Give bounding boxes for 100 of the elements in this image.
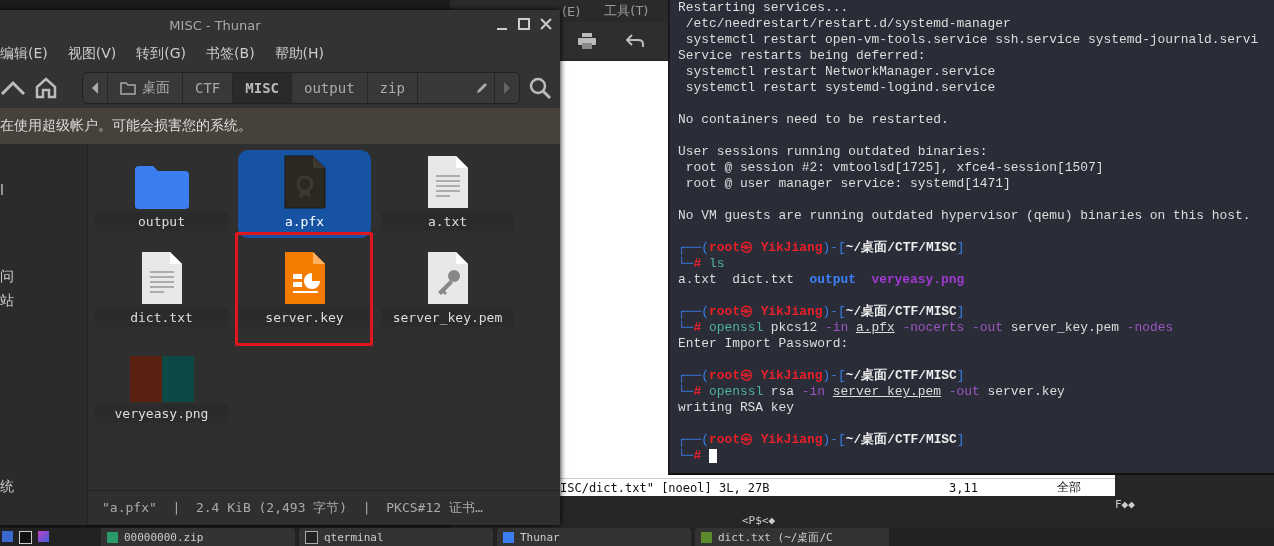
- file-item[interactable]: a.pfx: [238, 150, 371, 238]
- terminal-text: server_key.pem: [832, 384, 942, 400]
- terminal-text: root @ session #2: vmtoolsd[1725], xfce4-session[1507]: [684, 160, 1104, 176]
- terminal-text: #: [693, 256, 702, 272]
- terminal-text: -out: [947, 384, 980, 400]
- sidebar-item[interactable]: 站: [0, 292, 87, 310]
- terminal-text: ~/桌面/CTF/MISC: [845, 240, 957, 256]
- maximize-icon[interactable]: [516, 16, 532, 32]
- terminal-text: ┌──(: [678, 240, 709, 256]
- undo-icon[interactable]: [626, 34, 644, 48]
- menu-item[interactable]: 视图(V): [67, 45, 117, 63]
- terminal-text: root㉿ YikJiang: [708, 432, 823, 448]
- file-item[interactable]: a.txt: [381, 150, 514, 238]
- terminal-text: No containers need to be restarted.: [678, 112, 949, 128]
- terminal-text: ┌──(: [678, 304, 709, 320]
- terminal-text: -nocerts -out: [901, 320, 1003, 336]
- terminal-text: veryeasy.png: [870, 272, 965, 288]
- terminal-text: User sessions running outdated binaries:: [678, 144, 988, 160]
- terminal-text: ls: [707, 256, 725, 272]
- search-icon[interactable]: [528, 76, 552, 100]
- terminal-text: Restarting services...: [678, 0, 849, 16]
- file-info: ISC/dict.txt" [noeol] 3L, 27B: [560, 480, 770, 495]
- terminal-text: )-[: [822, 240, 846, 256]
- terminal-text: server_key.pem: [1009, 320, 1119, 336]
- terminal-text: )-[: [822, 432, 846, 448]
- terminal-text: a.pfx: [855, 320, 895, 336]
- terminal-icon: [305, 530, 318, 544]
- terminal-text: root㉿ YikJiang: [708, 240, 823, 256]
- terminal-icon[interactable]: [19, 530, 32, 544]
- terminal-text: a.txt dict.txt: [678, 272, 796, 288]
- terminal-text: systemctl restart NetworkManager.service: [684, 64, 996, 80]
- taskbar-item[interactable]: dict.txt (~/桌面/C: [695, 528, 889, 546]
- path-crumb[interactable]: zip: [367, 73, 418, 103]
- terminal-text: No VM guests are running outdated hypervisor (qemu) binaries on this host.: [678, 208, 1251, 224]
- terminal-text: systemctl restart open-vm-tools.service ssh.service systemd-journald.servi: [684, 32, 1259, 48]
- menu-item[interactable]: 帮助(H): [274, 45, 325, 63]
- cursor-position: 3,11: [949, 480, 979, 495]
- terminal-text: ~/桌面/CTF/MISC: [845, 368, 957, 384]
- terminal-text: #: [693, 320, 702, 336]
- certificate-file-icon: [282, 154, 327, 210]
- terminal-text: output: [809, 272, 856, 288]
- terminal-text: └─: [678, 320, 694, 336]
- path-crumb[interactable]: output: [292, 73, 368, 103]
- terminal-text: /etc/needrestart/restart.d/systemd-manager: [684, 16, 1011, 32]
- window-title: MISC - Thunar: [169, 17, 261, 33]
- terminal-text: server.key: [986, 384, 1065, 400]
- menu-item[interactable]: (E): [562, 3, 581, 19]
- pencil-icon[interactable]: [475, 81, 489, 95]
- sidebar-item[interactable]: 统: [0, 478, 87, 496]
- terminal-text: └─: [678, 384, 694, 400]
- editor-text-line: F◆◆: [1115, 497, 1135, 511]
- folder-outline-icon: [120, 81, 136, 95]
- terminal-text: rsa: [769, 384, 795, 400]
- editor-text-line: <P$<◆: [742, 513, 776, 527]
- menu-item[interactable]: 编辑(E): [0, 45, 48, 63]
- terminal-text: ]: [956, 304, 965, 320]
- text-file-icon: [425, 154, 470, 210]
- close-icon[interactable]: [538, 16, 554, 32]
- presentation-file-icon: [282, 250, 327, 306]
- terminal-text: systemctl restart systemd-logind.service: [684, 80, 996, 96]
- file-item[interactable]: output: [95, 150, 228, 238]
- terminal-text: ~/桌面/CTF/MISC: [845, 304, 957, 320]
- file-item[interactable]: server_key.pem: [381, 246, 514, 334]
- terminal-text: openssl: [707, 384, 764, 400]
- sidebar-item[interactable]: 问: [0, 268, 87, 286]
- terminal-text: -in: [800, 384, 827, 400]
- terminal-text: openssl: [707, 320, 764, 336]
- terminal-text: root @ user manager service: systemd[1471]: [684, 176, 1011, 192]
- terminal-text: └─: [678, 448, 694, 464]
- terminal-text: -nodes: [1125, 320, 1174, 336]
- text-cursor: [709, 449, 718, 463]
- terminal-text: #: [693, 384, 702, 400]
- sidebar-item[interactable]: l: [0, 182, 87, 198]
- file-item[interactable]: server.key: [238, 246, 371, 334]
- taskbar-item[interactable]: 00000000.zip: [101, 528, 295, 546]
- terminal-text: )-[: [822, 304, 846, 320]
- terminal-text: ]: [956, 240, 965, 256]
- terminal-text: #: [693, 448, 702, 464]
- status-bar: "a.pfx" | 2.4 KiB (2,493 字节) | PKCS#12 证书…: [88, 490, 560, 525]
- image-thumbnail: [129, 356, 194, 402]
- terminal-text: -in: [824, 320, 850, 336]
- file-item[interactable]: veryeasy.png: [95, 342, 228, 430]
- path-crumb[interactable]: 桌面: [108, 73, 183, 103]
- terminal-text: pkcs12: [769, 320, 818, 336]
- taskbar-item[interactable]: qterminal: [299, 528, 493, 546]
- warning-text: 在使用超级帐户。可能会损害您的系统。: [0, 117, 252, 135]
- path-crumb[interactable]: MISC: [233, 73, 292, 103]
- scroll-position: 全部: [1057, 479, 1082, 496]
- terminal-text: )-[: [822, 368, 846, 384]
- menu-item[interactable]: 工具(T): [604, 2, 649, 20]
- home-icon[interactable]: [34, 76, 58, 100]
- terminal-text: Enter Import Password:: [678, 336, 849, 352]
- file-item[interactable]: dict.txt: [95, 246, 228, 334]
- print-icon[interactable]: [578, 33, 596, 49]
- menu-item[interactable]: 书签(B): [206, 45, 255, 63]
- terminal-text: ~/桌面/CTF/MISC: [845, 432, 957, 448]
- terminal-text: └─: [678, 256, 694, 272]
- menu-item[interactable]: 转到(G): [136, 45, 187, 63]
- taskbar-item[interactable]: Thunar: [497, 528, 691, 546]
- left-arrow-icon[interactable]: [91, 82, 99, 94]
